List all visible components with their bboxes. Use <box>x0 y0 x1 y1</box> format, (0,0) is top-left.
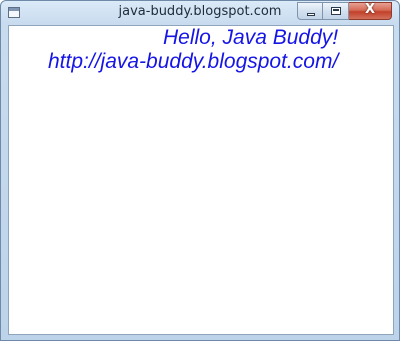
title-bar[interactable]: java-buddy.blogspot.com X <box>1 1 399 25</box>
app-window: java-buddy.blogspot.com X Hello, Java Bu… <box>0 0 400 341</box>
client-area: Hello, Java Buddy! http://java-buddy.blo… <box>8 25 394 335</box>
url-text: http://java-buddy.blogspot.com/ <box>48 50 339 73</box>
maximize-button[interactable] <box>323 2 349 20</box>
minimize-icon <box>307 13 315 16</box>
greeting-text: Hello, Java Buddy! <box>163 26 339 49</box>
maximize-icon <box>331 7 341 15</box>
window-controls: X <box>297 2 392 20</box>
close-button[interactable]: X <box>349 2 392 20</box>
minimize-button[interactable] <box>297 2 323 20</box>
close-icon: X <box>364 2 376 17</box>
